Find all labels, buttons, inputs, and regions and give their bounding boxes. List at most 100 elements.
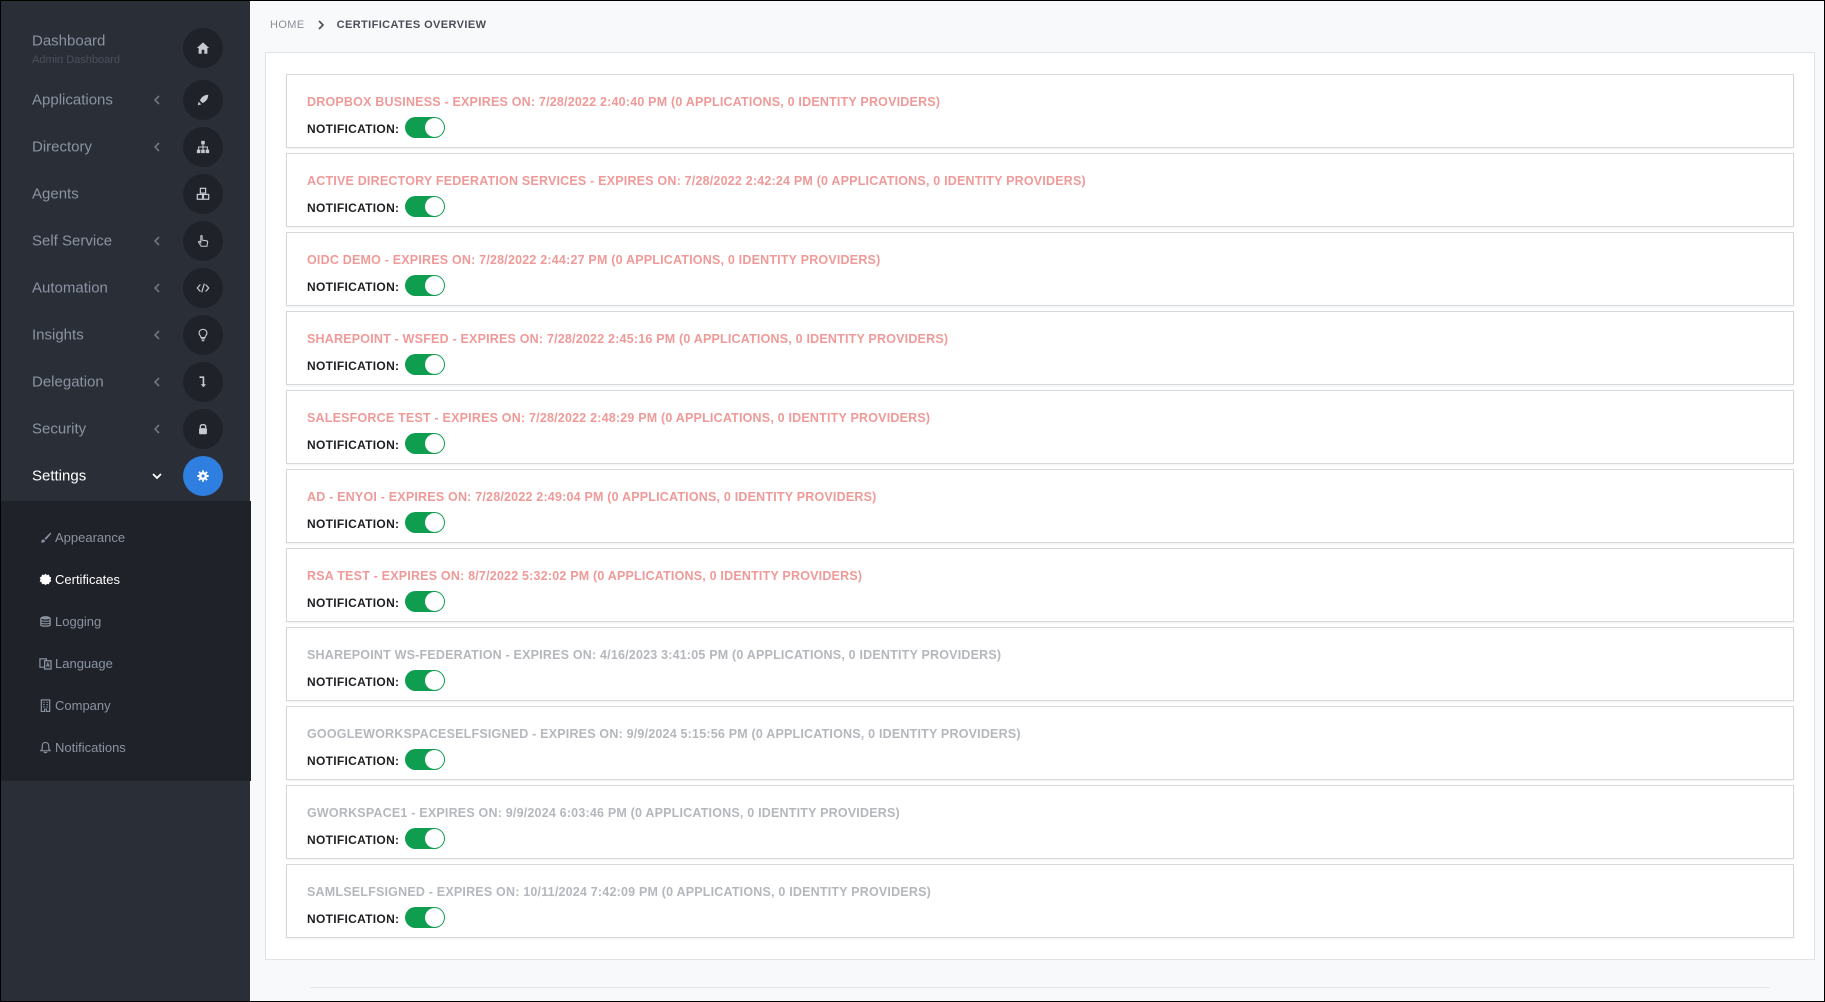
nav-item-delegation[interactable]: Delegation (1, 358, 251, 405)
notification-row: NOTIFICATION: (307, 512, 446, 533)
notification-toggle[interactable] (405, 670, 446, 691)
nav-item-directory[interactable]: Directory (1, 123, 251, 170)
notification-label: NOTIFICATION: (307, 833, 400, 847)
certificate-card: OIDC DEMO - EXPIRES ON: 7/28/2022 2:44:2… (286, 232, 1794, 306)
notification-label: NOTIFICATION: (307, 201, 400, 215)
toggle-knob (425, 592, 445, 611)
chevron-left-icon (153, 376, 160, 387)
notification-row: NOTIFICATION: (307, 354, 446, 375)
notification-label: NOTIFICATION: (307, 280, 400, 294)
certificate-card: DROPBOX BUSINESS - EXPIRES ON: 7/28/2022… (286, 74, 1794, 148)
certificate-card: SALESFORCE TEST - EXPIRES ON: 7/28/2022 … (286, 390, 1794, 464)
bell-icon (39, 741, 52, 753)
hand-pointer-icon[interactable] (183, 220, 223, 261)
certificate-title: SAMLSELFSIGNED - EXPIRES ON: 10/11/2024 … (307, 885, 931, 899)
toggle-knob (425, 671, 445, 690)
nav-item-automation[interactable]: Automation (1, 264, 251, 311)
nav-item-security[interactable]: Security (1, 405, 251, 452)
lightbulb-icon[interactable] (183, 314, 223, 355)
arrow-turn-down-icon[interactable] (183, 361, 223, 402)
nav-label-security: Security (32, 420, 87, 437)
submenu-label-logging: Logging (55, 613, 102, 629)
certificate-title: SHAREPOINT - WSFED - EXPIRES ON: 7/28/20… (307, 332, 949, 346)
notification-row: NOTIFICATION: (307, 117, 446, 138)
certificate-title: SHAREPOINT WS-FEDERATION - EXPIRES ON: 4… (307, 648, 1002, 662)
nav-label-self-service: Self Service (32, 232, 113, 249)
nav-item-applications[interactable]: Applications (1, 76, 251, 123)
chevron-left-icon (153, 141, 160, 152)
chevron-left-icon (153, 235, 160, 246)
notification-row: NOTIFICATION: (307, 275, 446, 296)
submenu-item-appearance[interactable]: Appearance (39, 526, 125, 548)
toggle-knob (425, 434, 445, 453)
code-icon[interactable] (183, 267, 223, 308)
breadcrumb-home[interactable]: HOME (270, 19, 305, 31)
toggle-knob (425, 197, 445, 216)
certificate-card: SHAREPOINT WS-FEDERATION - EXPIRES ON: 4… (286, 627, 1794, 701)
toggle-knob (425, 829, 445, 848)
toggle-knob (425, 118, 445, 137)
submenu-label-language: Language (55, 655, 113, 671)
notification-toggle[interactable] (405, 117, 446, 138)
certificate-title: ACTIVE DIRECTORY FEDERATION SERVICES - E… (307, 174, 1086, 188)
notification-row: NOTIFICATION: (307, 907, 446, 928)
notification-row: NOTIFICATION: (307, 670, 446, 691)
nav-label-automation: Automation (32, 279, 108, 296)
notification-toggle[interactable] (405, 196, 446, 217)
gear-icon[interactable] (183, 455, 223, 496)
nav-item-self-service[interactable]: Self Service (1, 217, 251, 264)
submenu-item-logging[interactable]: Logging (39, 610, 101, 632)
notification-row: NOTIFICATION: (307, 433, 446, 454)
home-icon[interactable] (183, 27, 223, 68)
notification-label: NOTIFICATION: (307, 359, 400, 373)
certificate-title: GWORKSPACE1 - EXPIRES ON: 9/9/2024 6:03:… (307, 806, 900, 820)
nav-item-agents[interactable]: Agents (1, 170, 251, 217)
cubes-icon[interactable] (183, 173, 223, 214)
nav-label-agents: Agents (32, 185, 79, 202)
notification-label: NOTIFICATION: (307, 596, 400, 610)
notification-toggle[interactable] (405, 749, 446, 770)
nav-label-insights: Insights (32, 326, 84, 343)
nav-item-dashboard[interactable]: Dashboard Admin Dashboard (1, 24, 251, 71)
rocket-icon[interactable] (183, 79, 223, 120)
toggle-knob (425, 513, 445, 532)
chevron-down-icon (152, 472, 162, 479)
nav-label-settings: Settings (32, 467, 87, 484)
notification-row: NOTIFICATION: (307, 196, 446, 217)
breadcrumb-current: CERTIFICATES OVERVIEW (336, 19, 487, 31)
notification-toggle[interactable] (405, 354, 446, 375)
notification-toggle[interactable] (405, 591, 446, 612)
toggle-knob (425, 276, 445, 295)
certificate-card: SHAREPOINT - WSFED - EXPIRES ON: 7/28/20… (286, 311, 1794, 385)
sitemap-icon[interactable] (183, 126, 223, 167)
toggle-knob (425, 355, 445, 374)
notification-label: NOTIFICATION: (307, 517, 400, 531)
certificate-title: OIDC DEMO - EXPIRES ON: 7/28/2022 2:44:2… (307, 253, 881, 267)
notification-label: NOTIFICATION: (307, 754, 400, 768)
nav-label-dashboard: Dashboard (32, 32, 106, 50)
database-icon (40, 615, 51, 627)
lock-icon[interactable] (183, 408, 223, 449)
notification-toggle[interactable] (405, 907, 446, 928)
certificate-card: GWORKSPACE1 - EXPIRES ON: 9/9/2024 6:03:… (286, 785, 1794, 859)
certificate-title: GOOGLEWORKSPACESELFSIGNED - EXPIRES ON: … (307, 727, 1021, 741)
notification-toggle[interactable] (405, 433, 446, 454)
submenu-label-notifications: Notifications (55, 739, 126, 755)
submenu-item-language[interactable]: Language (39, 652, 113, 674)
notification-label: NOTIFICATION: (307, 675, 400, 689)
notification-toggle[interactable] (405, 828, 446, 849)
notification-toggle[interactable] (405, 275, 446, 296)
notification-toggle[interactable] (405, 512, 446, 533)
notification-label: NOTIFICATION: (307, 912, 400, 926)
submenu-item-company[interactable]: Company (39, 694, 111, 716)
nav-label-applications: Applications (32, 91, 113, 108)
chevron-right-icon (318, 20, 324, 30)
certificate-title: SALESFORCE TEST - EXPIRES ON: 7/28/2022 … (307, 411, 931, 425)
nav-item-insights[interactable]: Insights (1, 311, 251, 358)
nav-item-settings[interactable]: Settings (1, 452, 251, 499)
submenu-item-notifications[interactable]: Notifications (39, 736, 126, 758)
notification-row: NOTIFICATION: (307, 749, 446, 770)
submenu-item-certificates[interactable]: Certificates (39, 568, 120, 590)
chevron-left-icon (153, 94, 160, 105)
certificate-title: DROPBOX BUSINESS - EXPIRES ON: 7/28/2022… (307, 95, 941, 109)
